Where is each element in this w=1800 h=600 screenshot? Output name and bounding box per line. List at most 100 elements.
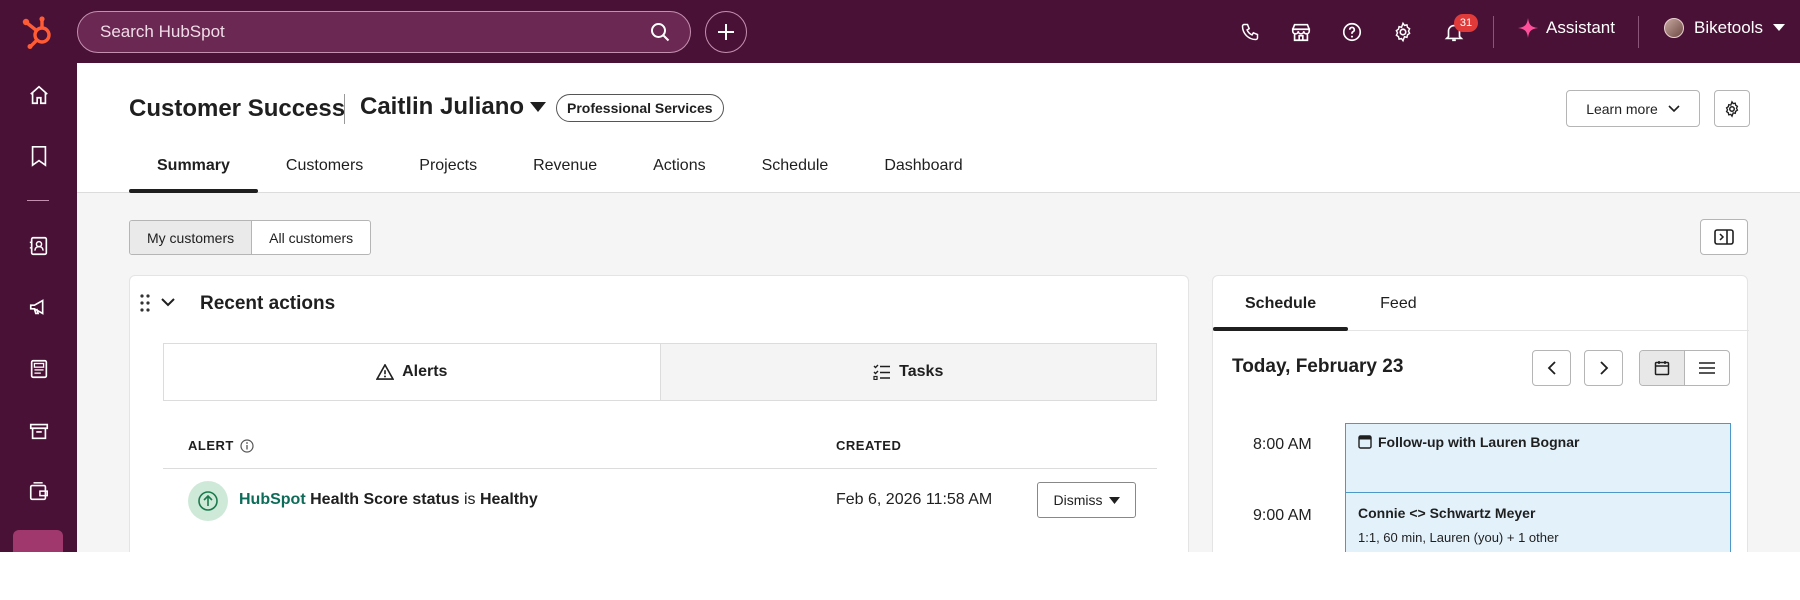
- event-details: 1:1, 60 min, Lauren (you) + 1 other: [1358, 530, 1559, 545]
- recent-actions-tabs: Alerts Tasks: [163, 343, 1157, 401]
- arrow-up-circle-icon: [188, 481, 228, 521]
- alert-value: Healthy: [479, 491, 538, 508]
- column-alert-label: ALERT: [188, 438, 234, 453]
- tab-summary[interactable]: Summary: [129, 139, 258, 193]
- caret-down-icon: [530, 102, 547, 112]
- sidebar-item-contacts[interactable]: [0, 226, 77, 266]
- all-customers-button[interactable]: All customers: [252, 221, 370, 254]
- event-title-row: Follow-up with Lauren Bognar: [1358, 434, 1718, 450]
- create-new-button[interactable]: [705, 11, 747, 53]
- tab-actions[interactable]: Actions: [625, 139, 733, 193]
- dismiss-dropdown-button[interactable]: Dismiss: [1037, 482, 1136, 518]
- chevron-down-icon: [1668, 104, 1680, 113]
- tab-feed[interactable]: Feed: [1348, 276, 1448, 331]
- tab-dashboard[interactable]: Dashboard: [856, 139, 990, 193]
- alert-created-date: Feb 6, 2026 11:58 AM: [836, 491, 993, 508]
- table-divider: [163, 468, 1157, 469]
- blank-area: [0, 552, 1800, 600]
- column-header-alert[interactable]: ALERT: [188, 438, 254, 453]
- time-label: 9:00 AM: [1253, 507, 1312, 524]
- calendar-icon: [1654, 360, 1670, 376]
- marketplace-icon[interactable]: [1289, 20, 1313, 44]
- column-header-created[interactable]: CREATED: [836, 438, 901, 453]
- alert-description: HubSpot Health Score status is Healthy: [239, 491, 538, 509]
- page-header: Customer Success Caitlin Juliano Profess…: [77, 63, 1800, 193]
- chevron-left-icon: [1547, 361, 1557, 375]
- my-customers-button[interactable]: My customers: [130, 221, 253, 254]
- calendar-event[interactable]: Follow-up with Lauren Bognar: [1345, 423, 1731, 493]
- tab-projects[interactable]: Projects: [391, 139, 505, 193]
- sidebar-item-automation[interactable]: [0, 472, 77, 512]
- sidebar-item-commerce[interactable]: [0, 411, 77, 451]
- workspace-settings-button[interactable]: [1714, 90, 1750, 127]
- megaphone-icon: [28, 296, 50, 318]
- user-selector-dropdown[interactable]: Caitlin Juliano: [360, 93, 547, 121]
- settings-gear-icon[interactable]: [1391, 20, 1415, 44]
- column-created-label: CREATED: [836, 438, 902, 453]
- calendar-view-button[interactable]: [1640, 351, 1685, 385]
- drag-handle-icon[interactable]: [140, 294, 150, 312]
- calendar-event[interactable]: Connie <> Schwartz Meyer 1:1, 60 min, La…: [1345, 492, 1731, 552]
- recent-actions-card: Recent actions Alerts Tasks ALERT CREATE…: [129, 275, 1189, 552]
- event-title: Connie <> Schwartz Meyer: [1358, 505, 1536, 521]
- warning-triangle-icon: [376, 364, 395, 380]
- page-title: Customer Success: [129, 95, 346, 122]
- learn-more-button[interactable]: Learn more: [1566, 90, 1700, 127]
- tab-alerts-label: Alerts: [402, 363, 448, 380]
- task-list-icon: [873, 364, 891, 380]
- tab-tasks[interactable]: Tasks: [660, 344, 1156, 400]
- recent-actions-title: Recent actions: [200, 293, 336, 314]
- sidebar-item-service[interactable]: [13, 530, 63, 552]
- learn-more-label: Learn more: [1586, 100, 1658, 117]
- left-sidebar: [0, 63, 77, 552]
- alert-source-link[interactable]: HubSpot: [239, 491, 306, 508]
- side-panel-icon: [1714, 229, 1734, 245]
- content-icon: [28, 358, 50, 380]
- account-menu-button[interactable]: Biketools: [1664, 18, 1785, 38]
- collapse-chevron-icon[interactable]: [160, 296, 176, 308]
- alert-verb: is: [463, 491, 476, 508]
- sidebar-item-bookmarks[interactable]: [0, 136, 77, 176]
- alert-subject: Health Score status: [310, 491, 460, 508]
- selected-user-name: Caitlin Juliano: [360, 93, 525, 120]
- customer-scope-toggle: My customers All customers: [129, 220, 372, 255]
- next-day-button[interactable]: [1584, 350, 1623, 386]
- hubspot-logo-icon[interactable]: [20, 15, 56, 49]
- sparkle-icon: [1518, 18, 1538, 38]
- chevron-right-icon: [1599, 361, 1609, 375]
- list-icon: [1699, 361, 1715, 375]
- app-window: 31 Assistant Biketools: [0, 0, 1800, 552]
- contacts-icon: [28, 235, 50, 257]
- gear-icon: [1723, 99, 1741, 118]
- phone-icon[interactable]: [1238, 20, 1262, 44]
- assistant-button[interactable]: Assistant: [1518, 18, 1615, 38]
- toggle-side-panel-button[interactable]: [1700, 219, 1748, 255]
- notifications-count-badge: 31: [1454, 14, 1478, 32]
- search-bar[interactable]: [77, 11, 691, 53]
- dismiss-label: Dismiss: [1053, 492, 1103, 508]
- schedule-feed-tabs: Schedule Feed: [1213, 276, 1749, 331]
- help-icon[interactable]: [1340, 20, 1364, 44]
- tab-customers[interactable]: Customers: [258, 139, 391, 193]
- search-icon[interactable]: [650, 22, 670, 42]
- top-navigation-bar: 31 Assistant Biketools: [0, 0, 1800, 63]
- sidebar-item-content[interactable]: [0, 349, 77, 389]
- tab-schedule-panel[interactable]: Schedule: [1213, 276, 1349, 331]
- search-input[interactable]: [100, 22, 640, 42]
- sidebar-item-marketing[interactable]: [0, 287, 77, 327]
- schedule-date-title: Today, February 23: [1232, 356, 1404, 377]
- caret-down-icon: [1772, 24, 1785, 32]
- previous-day-button[interactable]: [1532, 350, 1571, 386]
- caret-down-icon: [1108, 496, 1120, 504]
- tab-revenue[interactable]: Revenue: [505, 139, 625, 193]
- info-icon[interactable]: [240, 438, 254, 453]
- schedule-view-toggle: [1639, 350, 1730, 386]
- time-label: 8:00 AM: [1253, 436, 1312, 453]
- topbar-divider: [1638, 16, 1639, 48]
- list-view-button[interactable]: [1685, 351, 1729, 385]
- schedule-card: Schedule Feed Today, February 23 8:00 AM…: [1212, 275, 1749, 552]
- sidebar-item-home[interactable]: [0, 75, 77, 115]
- tab-schedule[interactable]: Schedule: [734, 139, 857, 193]
- bookmark-icon: [29, 145, 49, 167]
- tab-alerts[interactable]: Alerts: [164, 344, 661, 400]
